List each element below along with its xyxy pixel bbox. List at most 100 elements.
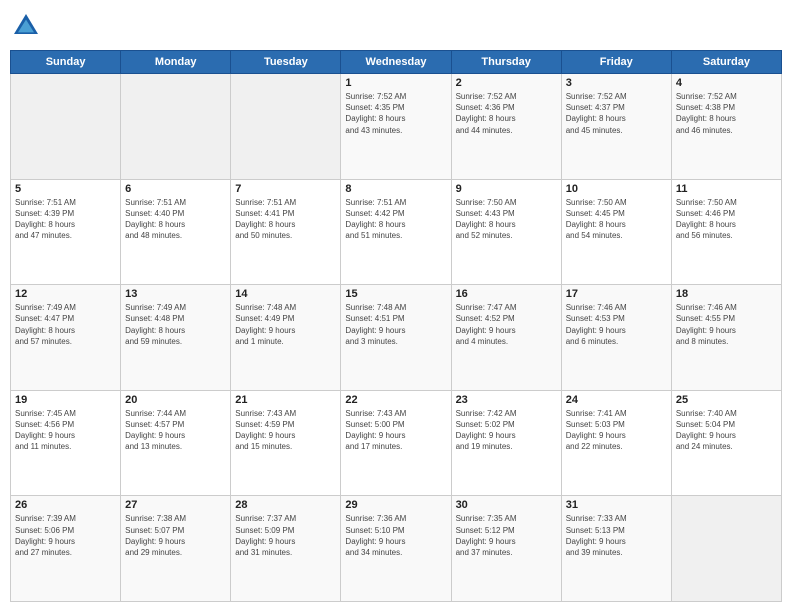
day-number: 15 [345,288,446,300]
calendar-cell: 27 Sunrise: 7:38 AM Sunset: 5:07 PM Dayli… [121,496,231,602]
calendar-cell: 29 Sunrise: 7:36 AM Sunset: 5:10 PM Dayli… [341,496,451,602]
day-number: 1 [345,77,446,89]
day-info: Sunrise: 7:52 AM Sunset: 4:38 PM Dayligh… [676,91,777,136]
day-info: Sunrise: 7:51 AM Sunset: 4:42 PM Dayligh… [345,197,446,242]
day-info: Sunrise: 7:45 AM Sunset: 4:56 PM Dayligh… [15,408,116,453]
calendar-cell: 1Sunrise: 7:52 AM Sunset: 4:35 PM Daylig… [341,74,451,180]
day-number: 16 [456,288,557,300]
day-number: 13 [125,288,226,300]
day-info: Sunrise: 7:52 AM Sunset: 4:36 PM Dayligh… [456,91,557,136]
calendar-cell: 21 Sunrise: 7:43 AM Sunset: 4:59 PM Dayli… [231,390,341,496]
day-info: Sunrise: 7:43 AM Sunset: 4:59 PM Dayligh… [235,408,336,453]
calendar-cell: 5Sunrise: 7:51 AM Sunset: 4:39 PM Daylig… [11,179,121,285]
day-info: Sunrise: 7:51 AM Sunset: 4:41 PM Dayligh… [235,197,336,242]
day-info: Sunrise: 7:50 AM Sunset: 4:43 PM Dayligh… [456,197,557,242]
calendar-cell: 11Sunrise: 7:50 AM Sunset: 4:46 PM Dayli… [671,179,781,285]
logo [10,10,46,42]
day-info: Sunrise: 7:39 AM Sunset: 5:06 PM Dayligh… [15,513,116,558]
day-info: Sunrise: 7:38 AM Sunset: 5:07 PM Dayligh… [125,513,226,558]
day-info: Sunrise: 7:50 AM Sunset: 4:45 PM Dayligh… [566,197,667,242]
calendar-cell: 15 Sunrise: 7:48 AM Sunset: 4:51 PM Dayli… [341,285,451,391]
calendar-cell: 8 Sunrise: 7:51 AM Sunset: 4:42 PM Daylig… [341,179,451,285]
day-number: 24 [566,394,667,406]
day-info: Sunrise: 7:36 AM Sunset: 5:10 PM Dayligh… [345,513,446,558]
day-number: 7 [235,183,336,195]
day-number: 9 [456,183,557,195]
day-info: Sunrise: 7:51 AM Sunset: 4:40 PM Dayligh… [125,197,226,242]
day-number: 20 [125,394,226,406]
calendar-cell: 9 Sunrise: 7:50 AM Sunset: 4:43 PM Daylig… [451,179,561,285]
calendar-cell: 28 Sunrise: 7:37 AM Sunset: 5:09 PM Dayli… [231,496,341,602]
day-number: 29 [345,499,446,511]
weekday-header-monday: Monday [121,51,231,74]
calendar-cell: 3 Sunrise: 7:52 AM Sunset: 4:37 PM Daylig… [561,74,671,180]
day-info: Sunrise: 7:49 AM Sunset: 4:47 PM Dayligh… [15,302,116,347]
day-info: Sunrise: 7:46 AM Sunset: 4:53 PM Dayligh… [566,302,667,347]
week-row-4: 26 Sunrise: 7:39 AM Sunset: 5:06 PM Dayli… [11,496,782,602]
calendar-cell: 24 Sunrise: 7:41 AM Sunset: 5:03 PM Dayli… [561,390,671,496]
day-number: 11 [676,183,777,195]
day-info: Sunrise: 7:37 AM Sunset: 5:09 PM Dayligh… [235,513,336,558]
calendar-cell: 26 Sunrise: 7:39 AM Sunset: 5:06 PM Dayli… [11,496,121,602]
calendar-cell: 6Sunrise: 7:51 AM Sunset: 4:40 PM Daylig… [121,179,231,285]
day-number: 12 [15,288,116,300]
day-number: 18 [676,288,777,300]
week-row-0: 1Sunrise: 7:52 AM Sunset: 4:35 PM Daylig… [11,74,782,180]
calendar-cell: 4 Sunrise: 7:52 AM Sunset: 4:38 PM Daylig… [671,74,781,180]
calendar-cell: 20Sunrise: 7:44 AM Sunset: 4:57 PM Dayli… [121,390,231,496]
day-info: Sunrise: 7:48 AM Sunset: 4:51 PM Dayligh… [345,302,446,347]
week-row-1: 5Sunrise: 7:51 AM Sunset: 4:39 PM Daylig… [11,179,782,285]
weekday-header-tuesday: Tuesday [231,51,341,74]
day-number: 30 [456,499,557,511]
day-number: 2 [456,77,557,89]
week-row-3: 19 Sunrise: 7:45 AM Sunset: 4:56 PM Dayli… [11,390,782,496]
calendar-cell [231,74,341,180]
weekday-header-thursday: Thursday [451,51,561,74]
calendar-cell: 7 Sunrise: 7:51 AM Sunset: 4:41 PM Daylig… [231,179,341,285]
calendar-cell: 10 Sunrise: 7:50 AM Sunset: 4:45 PM Dayli… [561,179,671,285]
calendar-body: 1Sunrise: 7:52 AM Sunset: 4:35 PM Daylig… [11,74,782,602]
day-info: Sunrise: 7:52 AM Sunset: 4:37 PM Dayligh… [566,91,667,136]
calendar-cell: 13 Sunrise: 7:49 AM Sunset: 4:48 PM Dayli… [121,285,231,391]
day-number: 25 [676,394,777,406]
day-info: Sunrise: 7:43 AM Sunset: 5:00 PM Dayligh… [345,408,446,453]
day-info: Sunrise: 7:33 AM Sunset: 5:13 PM Dayligh… [566,513,667,558]
calendar-cell: 22Sunrise: 7:43 AM Sunset: 5:00 PM Dayli… [341,390,451,496]
day-number: 8 [345,183,446,195]
calendar-cell: 25Sunrise: 7:40 AM Sunset: 5:04 PM Dayli… [671,390,781,496]
week-row-2: 12 Sunrise: 7:49 AM Sunset: 4:47 PM Dayli… [11,285,782,391]
header [10,10,782,42]
day-number: 17 [566,288,667,300]
day-info: Sunrise: 7:41 AM Sunset: 5:03 PM Dayligh… [566,408,667,453]
day-info: Sunrise: 7:42 AM Sunset: 5:02 PM Dayligh… [456,408,557,453]
day-number: 31 [566,499,667,511]
calendar-cell: 17 Sunrise: 7:46 AM Sunset: 4:53 PM Dayli… [561,285,671,391]
day-number: 28 [235,499,336,511]
calendar-cell: 12 Sunrise: 7:49 AM Sunset: 4:47 PM Dayli… [11,285,121,391]
calendar-cell: 14 Sunrise: 7:48 AM Sunset: 4:49 PM Dayli… [231,285,341,391]
calendar-table: SundayMondayTuesdayWednesdayThursdayFrid… [10,50,782,602]
day-number: 10 [566,183,667,195]
calendar-cell [11,74,121,180]
day-number: 27 [125,499,226,511]
logo-icon [10,10,42,42]
calendar-cell: 2 Sunrise: 7:52 AM Sunset: 4:36 PM Daylig… [451,74,561,180]
weekday-header-saturday: Saturday [671,51,781,74]
calendar-cell: 19 Sunrise: 7:45 AM Sunset: 4:56 PM Dayli… [11,390,121,496]
day-number: 5 [15,183,116,195]
day-number: 21 [235,394,336,406]
day-number: 3 [566,77,667,89]
weekday-row: SundayMondayTuesdayWednesdayThursdayFrid… [11,51,782,74]
day-number: 26 [15,499,116,511]
calendar-cell: 31 Sunrise: 7:33 AM Sunset: 5:13 PM Dayli… [561,496,671,602]
day-number: 14 [235,288,336,300]
day-info: Sunrise: 7:47 AM Sunset: 4:52 PM Dayligh… [456,302,557,347]
day-number: 4 [676,77,777,89]
day-number: 19 [15,394,116,406]
weekday-header-friday: Friday [561,51,671,74]
weekday-header-wednesday: Wednesday [341,51,451,74]
page: SundayMondayTuesdayWednesdayThursdayFrid… [0,0,792,612]
day-info: Sunrise: 7:48 AM Sunset: 4:49 PM Dayligh… [235,302,336,347]
day-info: Sunrise: 7:49 AM Sunset: 4:48 PM Dayligh… [125,302,226,347]
day-info: Sunrise: 7:46 AM Sunset: 4:55 PM Dayligh… [676,302,777,347]
